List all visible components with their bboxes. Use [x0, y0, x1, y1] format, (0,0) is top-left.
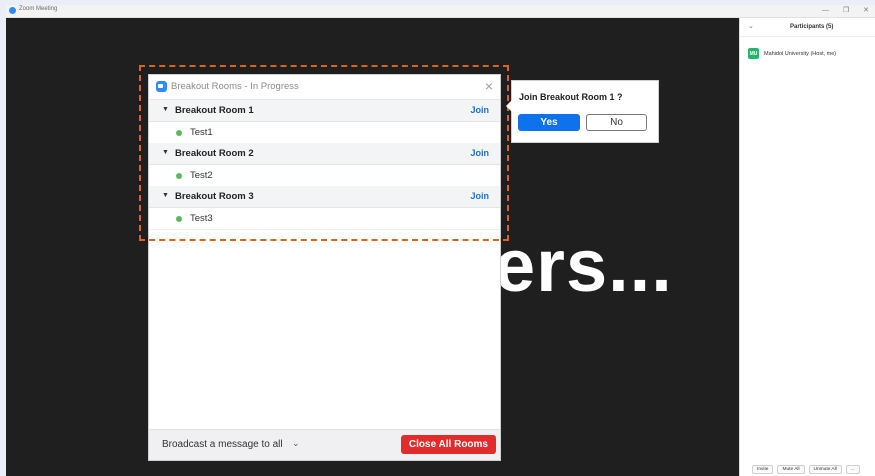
close-window-icon[interactable]: ✕ [863, 5, 869, 17]
invite-button[interactable]: Invite [752, 464, 774, 474]
mute-all-button[interactable]: Mute All [777, 464, 805, 474]
breakout-footer: Broadcast a message to all ⌄ Close All R… [149, 429, 500, 460]
window-title: Zoom Meeting [19, 6, 58, 12]
participants-title: Participants (5) [790, 24, 834, 30]
highlight-box [139, 65, 509, 241]
join-popup: Join Breakout Room 1 ? Yes No [506, 80, 659, 143]
join-question: Join Breakout Room 1 ? [519, 92, 623, 102]
collapse-icon[interactable]: ⌄ [748, 22, 754, 30]
close-all-rooms-button[interactable]: Close All Rooms [400, 435, 496, 454]
avatar: MU [748, 48, 759, 59]
more-button[interactable]: ... [845, 464, 860, 474]
restore-icon[interactable]: ❐ [843, 5, 849, 17]
zoom-app-icon [9, 7, 16, 14]
chevron-down-icon[interactable]: ⌄ [292, 438, 300, 449]
minimize-icon[interactable]: — [822, 5, 829, 17]
no-button[interactable]: No [586, 114, 647, 131]
participants-header: ⌄ Participants (5) [740, 18, 875, 37]
title-bar: Zoom Meeting — ❐ ✕ [6, 5, 875, 18]
video-overlay-text: ers... [494, 224, 673, 307]
unmute-all-button[interactable]: Unmute All [808, 464, 842, 474]
participants-panel: ⌄ Participants (5) MU Mahidol University… [739, 18, 875, 476]
broadcast-button[interactable]: Broadcast a message to all [162, 439, 283, 450]
participants-footer: Invite Mute All Unmute All ... [740, 462, 875, 476]
popup-arrow [506, 100, 512, 112]
window-controls: — ❐ ✕ [822, 5, 869, 17]
participant-row[interactable]: MU Mahidol University (Host, me) [748, 48, 836, 59]
yes-button[interactable]: Yes [518, 114, 580, 131]
participant-name: Mahidol University (Host, me) [764, 50, 837, 57]
